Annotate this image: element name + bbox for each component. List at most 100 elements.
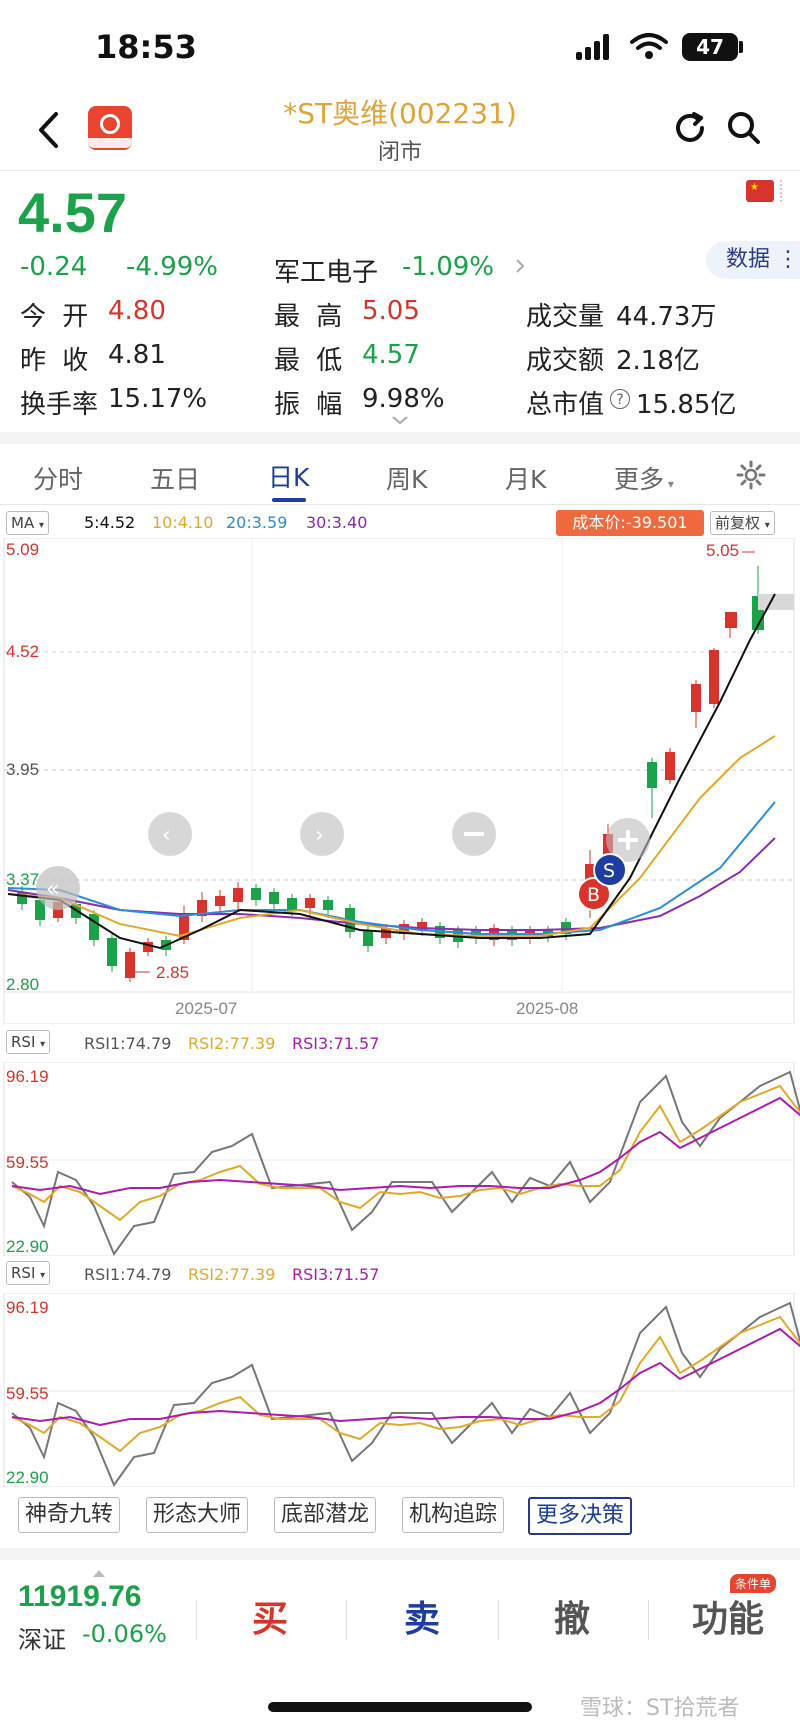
rsi-y-label: 22.90 [6, 1468, 49, 1487]
chevron-right-icon[interactable] [515, 258, 525, 274]
ma-selector[interactable]: MA ▾ [6, 511, 50, 535]
buy-button[interactable]: 买 [252, 1590, 288, 1642]
buy-mark-label: B [587, 884, 600, 906]
adjust-selector-label: 前复权 [715, 514, 761, 532]
ma20-line [7, 801, 776, 935]
cancel-order-button[interactable]: 撤 [554, 1590, 590, 1642]
section-divider [0, 1548, 800, 1560]
tab-timeshare[interactable]: 分时 [33, 460, 83, 496]
ma-selector-label: MA [11, 514, 35, 532]
candle [305, 898, 315, 908]
caret-down-icon: ▾ [764, 520, 770, 531]
chevron-right-icon: › [315, 823, 324, 848]
candle [251, 888, 261, 900]
data-button[interactable]: 数据 ⋮ [706, 241, 800, 279]
y-tick-label: 3.37 [6, 870, 39, 889]
rsi-y-label: 96.19 [6, 1298, 49, 1317]
settings-gear-icon[interactable] [736, 460, 766, 490]
section-divider [0, 432, 800, 444]
rsi-y-label: 59.55 [6, 1384, 49, 1403]
rsi-frame [3, 1062, 795, 1256]
function-button[interactable]: 功能 [692, 1590, 764, 1642]
candle [215, 896, 225, 906]
market-cap-value: 15.85亿 [636, 390, 737, 420]
cost-price-badge[interactable]: 成本价:-39.501 [556, 510, 704, 536]
amount-value: 2.18亿 [616, 346, 700, 376]
ma10-legend: 10:4.10 [152, 513, 214, 532]
rsi2-line [11, 1084, 800, 1222]
turnover-value: 15.17% [108, 384, 208, 414]
ma20-legend: 20:3.59 [226, 513, 288, 532]
china-flag-icon: ★ [746, 180, 774, 202]
tool-pattern-master[interactable]: 形态大师 [146, 1497, 249, 1533]
candle [323, 900, 333, 910]
caret-down-icon: ▾ [40, 1270, 46, 1281]
tab-more[interactable]: 更多 ▾ [614, 460, 674, 496]
rsi2-legend: RSI2:77.39 [188, 1265, 276, 1284]
sector-name[interactable]: 军工电子 [274, 252, 378, 289]
turnover-label: 换手率 [20, 390, 99, 420]
index-value[interactable]: 11919.76 [18, 1580, 141, 1614]
y-tick-label: 2.80 [6, 975, 39, 994]
candle [107, 938, 117, 966]
low-label: 最 低 [274, 346, 347, 376]
rsi-y-label: 22.90 [6, 1237, 49, 1256]
ma5-legend: 5:4.52 [84, 513, 136, 532]
tab-weekly-k[interactable]: 周K [386, 460, 427, 496]
expand-chevron-icon[interactable] [390, 414, 410, 426]
candle [287, 898, 297, 910]
divider [196, 1600, 197, 1640]
volume-value: 44.73万 [616, 302, 717, 332]
plus-icon [626, 830, 630, 850]
battery-tip [739, 41, 743, 53]
minus-icon [464, 832, 484, 836]
index-percent: -0.06% [82, 1620, 167, 1648]
chart-tabs: 分时 五日 日K 周K 月K 更多 ▾ [0, 448, 800, 504]
sector-percent: -1.09% [402, 252, 494, 282]
candle [233, 888, 243, 902]
sell-button[interactable]: 卖 [404, 1590, 440, 1642]
tool-institution-track[interactable]: 机构追踪 [402, 1497, 505, 1533]
divider [648, 1600, 649, 1640]
tool-magic-nine[interactable]: 神奇九转 [18, 1497, 121, 1533]
tab-more-label: 更多 [614, 465, 665, 494]
refresh-icon[interactable] [672, 110, 708, 146]
rsi3-line [11, 1096, 800, 1196]
kline-chart[interactable]: 5.09 4.52 3.95 3.37 2.80 2025-07 2025-08 [0, 538, 800, 1024]
rsi2-line [11, 1315, 800, 1453]
rsi-selector[interactable]: RSI ▾ [6, 1030, 51, 1054]
help-icon[interactable]: ? [610, 389, 630, 409]
rsi-selector[interactable]: RSI ▾ [6, 1261, 51, 1285]
candle [125, 952, 135, 978]
divider [0, 504, 800, 505]
divider [346, 1600, 347, 1640]
market-cap-label: 总市值 [526, 390, 605, 420]
candle [269, 892, 279, 904]
price-marker-band [758, 594, 794, 610]
index-name: 深证 [18, 1626, 66, 1654]
low-mark-label: 2.85 [156, 963, 189, 982]
tool-bottom-dragon[interactable]: 底部潜龙 [274, 1497, 377, 1533]
search-icon[interactable] [726, 110, 762, 146]
caret-down-icon: ▾ [664, 477, 674, 491]
conditional-order-badge: 条件单 [730, 1574, 777, 1593]
volume-label: 成交量 [526, 302, 605, 332]
candle [363, 930, 373, 946]
divider [498, 1600, 499, 1640]
candle [665, 752, 675, 780]
tab-monthly-k[interactable]: 月K [505, 460, 546, 496]
candle [709, 650, 719, 704]
prev-close-value: 4.81 [108, 340, 166, 370]
tab-daily-k[interactable]: 日K [268, 458, 309, 494]
ma10-line [7, 735, 776, 938]
rsi3-legend: RSI3:71.57 [292, 1265, 380, 1284]
rsi1-legend: RSI1:74.79 [84, 1034, 172, 1053]
rsi1-line [11, 1070, 800, 1256]
low-value: 4.57 [362, 340, 420, 370]
last-price: 4.57 [18, 181, 127, 244]
tool-more-decisions[interactable]: 更多决策 [528, 1497, 633, 1535]
rsi3-legend: RSI3:71.57 [292, 1034, 380, 1053]
adjust-selector[interactable]: 前复权 ▾ [710, 511, 775, 535]
tab-five-day[interactable]: 五日 [150, 460, 200, 496]
amplitude-label: 振 幅 [274, 390, 347, 420]
